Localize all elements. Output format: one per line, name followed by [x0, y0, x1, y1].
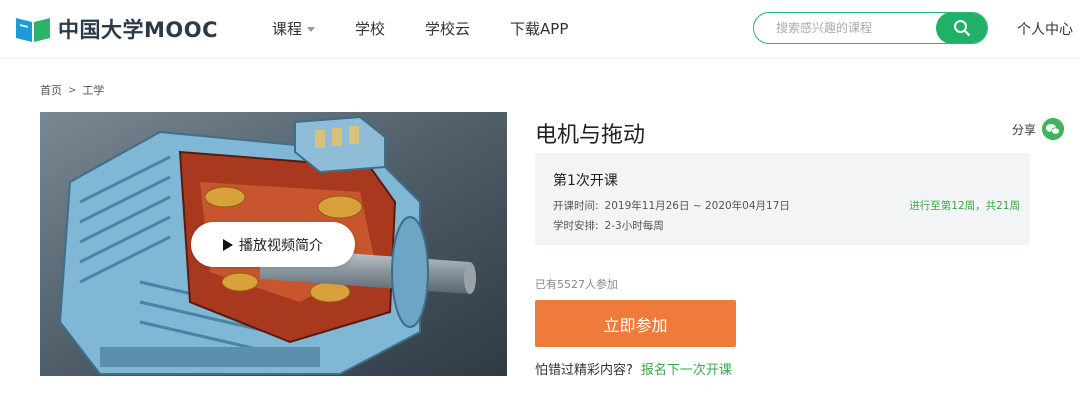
header-divider [0, 58, 1080, 59]
breadcrumb-category[interactable]: 工学 [82, 82, 104, 98]
logo-text: 中国大学MOOC [58, 18, 219, 42]
term-title: 第1次开课 [553, 173, 618, 189]
nav-item-school-cloud[interactable]: 学校云 [425, 18, 470, 39]
term-time-key: 开课时间: [553, 200, 599, 212]
term-schedule-value: 2-3小时每周 [604, 220, 664, 232]
enroll-next-term-link[interactable]: 报名下一次开课 [641, 359, 732, 378]
share-label: 分享 [1012, 122, 1037, 137]
wechat-icon [1042, 118, 1065, 140]
nav-item-schools[interactable]: 学校 [355, 18, 385, 39]
term-info-panel: 第1次开课 开课时间: 2019年11月26日 ~ 2020年04月17日 学时安… [535, 153, 1030, 245]
breadcrumb-home[interactable]: 首页 [40, 82, 62, 98]
missed-content-text: 怕错过精彩内容? [535, 363, 633, 378]
join-now-button[interactable]: 立即参加 [535, 300, 736, 347]
logo-book-icon [16, 18, 50, 42]
course-video-cover[interactable]: 播放视频简介 [40, 112, 507, 376]
missed-content-prompt: 怕错过精彩内容? 报名下一次开课 [535, 359, 732, 378]
play-icon [223, 238, 233, 251]
term-schedule-key: 学时安排: [553, 220, 599, 232]
course-title: 电机与拖动 [535, 123, 646, 148]
search-button[interactable] [936, 13, 987, 43]
search-input[interactable] [754, 13, 939, 43]
nav-item-courses[interactable]: 课程 [272, 18, 316, 39]
nav-item-label: 下载APP [510, 20, 569, 38]
site-logo[interactable]: 中国大学MOOC [14, 13, 218, 45]
nav-item-label: 课程 [272, 20, 303, 38]
term-time-row: 开课时间: 2019年11月26日 ~ 2020年04月17日 [553, 198, 790, 213]
term-time-value: 2019年11月26日 ~ 2020年04月17日 [604, 200, 790, 212]
share-button[interactable]: 分享 [1012, 118, 1065, 140]
breadcrumb: 首页 > 工学 [40, 82, 104, 98]
main-nav: 课程 学校 学校云 下载APP [272, 18, 608, 39]
play-button-label: 播放视频简介 [239, 237, 323, 254]
play-intro-video-button[interactable]: 播放视频简介 [191, 222, 355, 267]
search-icon [954, 20, 971, 37]
nav-item-label: 学校云 [425, 20, 471, 38]
breadcrumb-separator: > [68, 84, 77, 96]
user-center-link[interactable]: 个人中心 [1017, 19, 1073, 39]
chevron-down-icon [307, 26, 316, 32]
nav-item-download-app[interactable]: 下载APP [510, 18, 568, 39]
search-box [753, 12, 988, 44]
term-progress-text: 进行至第12周，共21周 [909, 200, 1020, 212]
participant-count: 已有5527人参加 [535, 278, 618, 291]
top-navbar: 中国大学MOOC 课程 学校 学校云 下载APP 个人中心 [0, 0, 1080, 58]
nav-item-label: 学校 [355, 20, 386, 38]
term-schedule-row: 学时安排: 2-3小时每周 [553, 218, 664, 233]
